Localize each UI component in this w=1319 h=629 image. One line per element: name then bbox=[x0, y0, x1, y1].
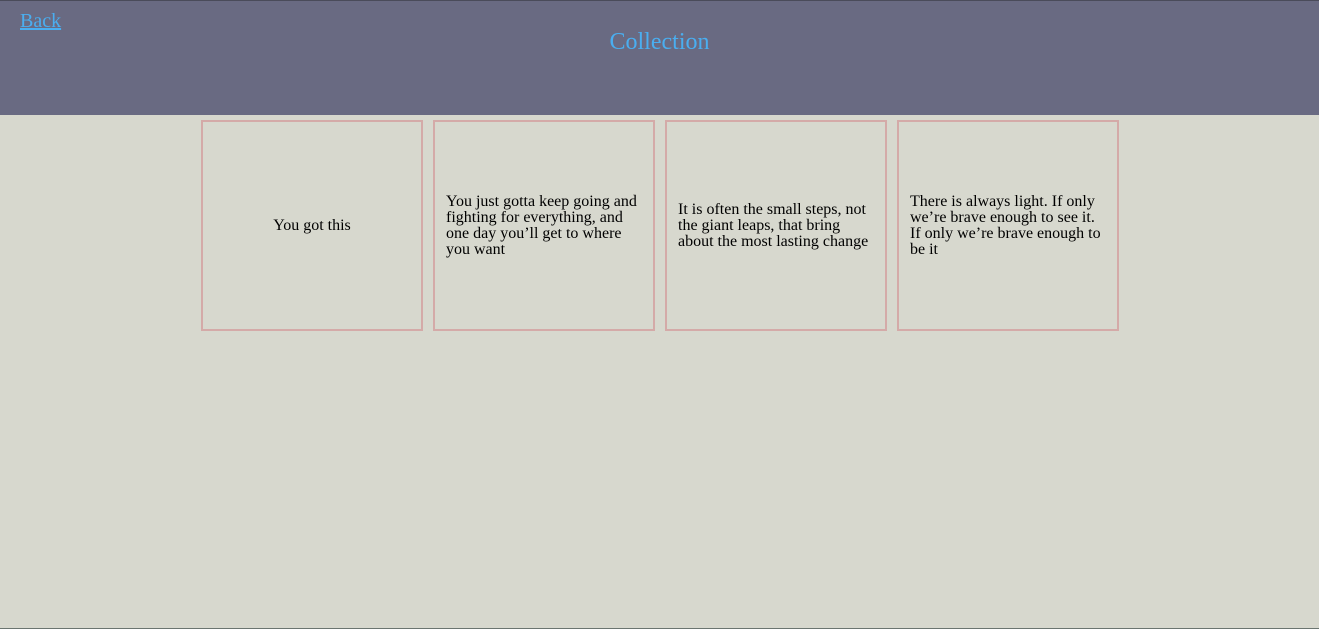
quote-text: You got this bbox=[273, 216, 351, 234]
quote-text: You just gotta keep going and fighting f… bbox=[446, 192, 637, 258]
quote-card-list: You got this You just gotta keep going a… bbox=[201, 120, 1119, 331]
quote-text: There is always light. If only we’re bra… bbox=[910, 192, 1101, 258]
quote-card[interactable]: There is always light. If only we’re bra… bbox=[897, 120, 1119, 331]
page-title: Collection bbox=[609, 29, 710, 55]
header-bar: Back Collection bbox=[0, 0, 1319, 115]
quote-text: It is often the small steps, not the gia… bbox=[678, 200, 869, 250]
quote-card[interactable]: You got this bbox=[201, 120, 423, 331]
quote-card[interactable]: You just gotta keep going and fighting f… bbox=[433, 120, 655, 331]
quote-card[interactable]: It is often the small steps, not the gia… bbox=[665, 120, 887, 331]
